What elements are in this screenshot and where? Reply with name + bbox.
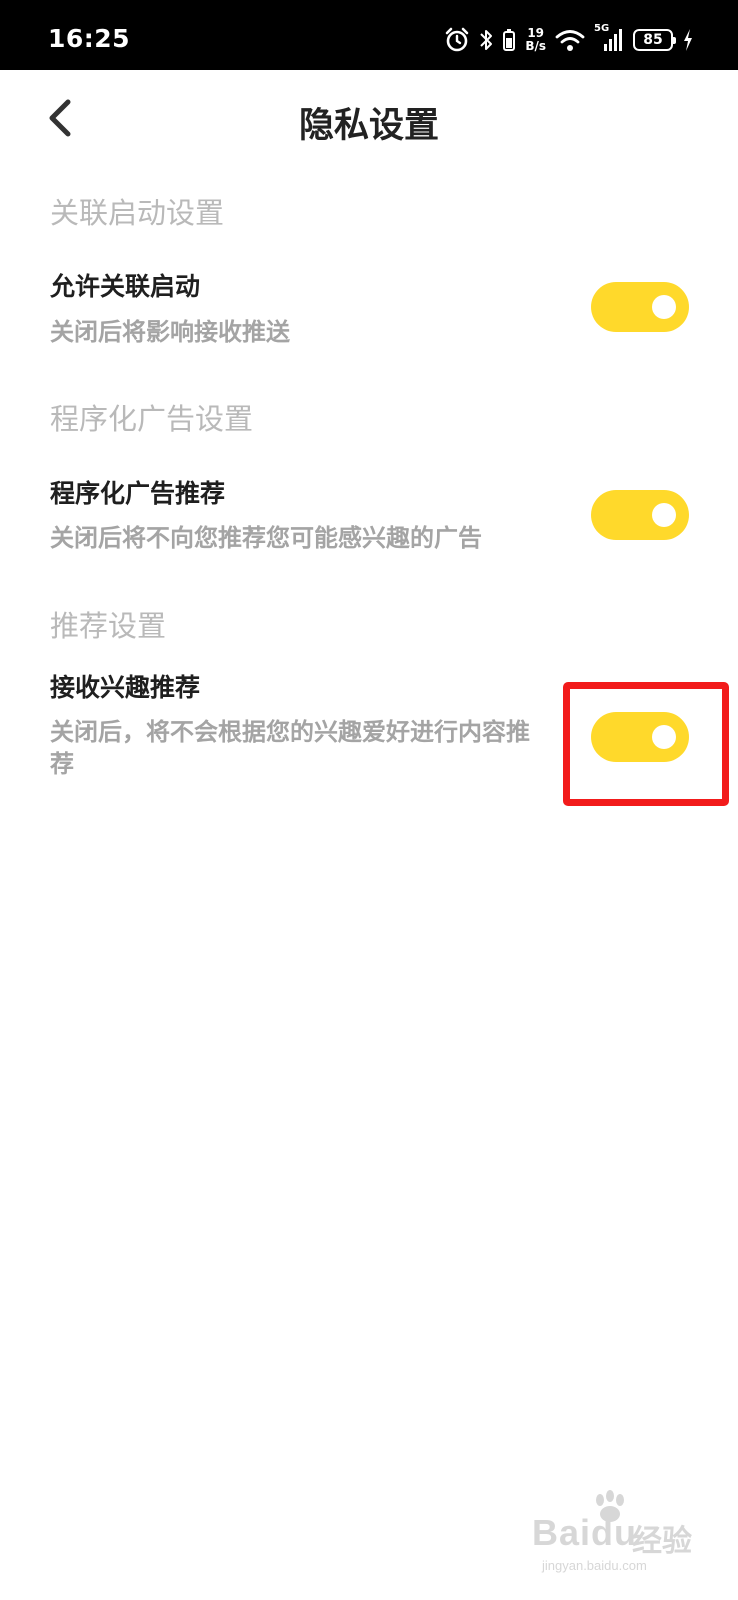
toggle-knob bbox=[652, 503, 676, 527]
section-title-programmatic-ads: 程序化广告设置 bbox=[50, 402, 254, 436]
network-speed: 19 B/s bbox=[525, 27, 546, 53]
device-battery-icon bbox=[502, 27, 516, 53]
item-desc-interest-recommend: 关闭后，将不会根据您的兴趣爱好进行内容推荐 bbox=[50, 718, 530, 778]
section-title-recommendation: 推荐设置 bbox=[50, 609, 167, 643]
battery-level-icon: 85 bbox=[633, 29, 676, 51]
item-title-programmatic-ad-recommend: 程序化广告推荐 bbox=[50, 479, 226, 508]
baidu-jingyan-watermark: Baidu 经验 jingyan.baidu.com bbox=[532, 1488, 702, 1578]
toggle-knob bbox=[652, 295, 676, 319]
item-title-interest-recommend: 接收兴趣推荐 bbox=[50, 673, 201, 702]
watermark-url: jingyan.baidu.com bbox=[542, 1558, 647, 1573]
status-bar: 16:25 19 B/s 5G 85 bbox=[0, 0, 738, 70]
alarm-icon bbox=[444, 27, 470, 53]
charging-icon bbox=[682, 28, 694, 52]
cellular-signal-icon: 5G bbox=[594, 23, 624, 53]
bluetooth-icon bbox=[479, 27, 493, 53]
wifi-icon bbox=[555, 28, 585, 52]
status-icons: 19 B/s 5G 85 bbox=[444, 23, 694, 56]
page-title: 隐私设置 bbox=[298, 106, 439, 146]
watermark-logo: Baidu bbox=[532, 1512, 638, 1553]
item-desc-programmatic-ad-recommend: 关闭后将不向您推荐您可能感兴趣的广告 bbox=[50, 524, 482, 552]
item-desc-allow-associated-launch: 关闭后将影响接收推送 bbox=[50, 318, 290, 346]
watermark-text: 经验 bbox=[632, 1524, 692, 1559]
section-title-associated-launch: 关联启动设置 bbox=[50, 196, 225, 230]
status-time: 16:25 bbox=[48, 24, 131, 53]
network-type-label: 5G bbox=[594, 23, 610, 34]
header: 隐私设置 bbox=[0, 70, 738, 170]
battery-level: 85 bbox=[643, 32, 663, 48]
highlight-box bbox=[563, 682, 729, 806]
item-title-allow-associated-launch: 允许关联启动 bbox=[50, 272, 201, 301]
programmatic-ad-recommend-toggle[interactable] bbox=[591, 490, 689, 540]
network-speed-unit: B/s bbox=[525, 39, 546, 53]
allow-associated-launch-toggle[interactable] bbox=[591, 282, 689, 332]
